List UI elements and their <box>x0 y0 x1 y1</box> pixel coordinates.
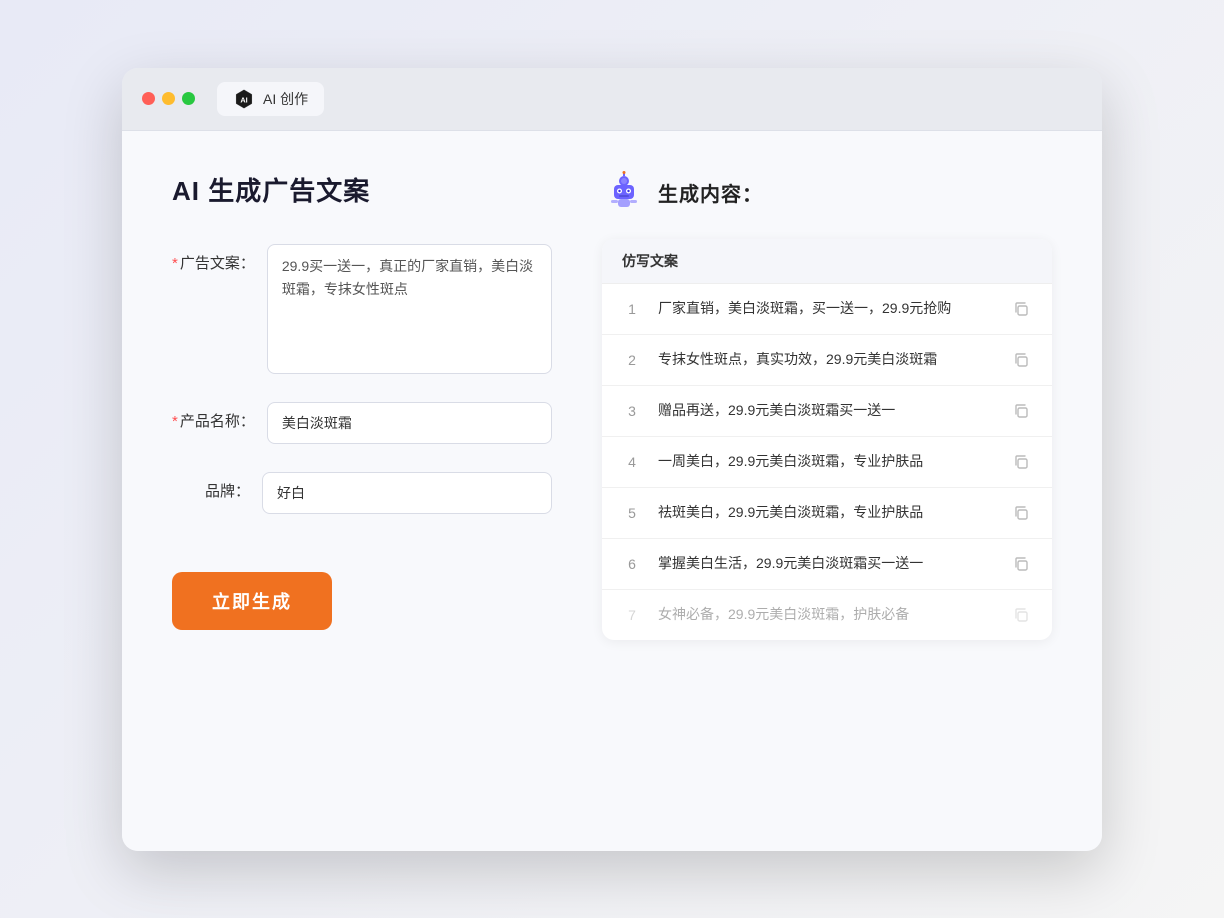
row-text: 赠品再送，29.9元美白淡斑霜买一送一 <box>658 400 994 421</box>
browser-window: AI AI 创作 AI 生成广告文案 *广告文案： *产品名称： <box>122 68 1102 851</box>
row-text: 掌握美白生活，29.9元美白淡斑霜买一送一 <box>658 553 994 574</box>
maximize-button[interactable] <box>182 92 195 105</box>
row-text: 一周美白，29.9元美白淡斑霜，专业护肤品 <box>658 451 994 472</box>
ad-copy-required: * <box>172 255 178 272</box>
copy-icon[interactable] <box>1010 502 1032 524</box>
tab-label: AI 创作 <box>263 89 308 109</box>
row-number: 4 <box>622 454 642 470</box>
row-text: 专抹女性斑点，真实功效，29.9元美白淡斑霜 <box>658 349 994 370</box>
row-text: 女神必备，29.9元美白淡斑霜，护肤必备 <box>658 604 994 625</box>
browser-content: AI 生成广告文案 *广告文案： *产品名称： 品牌： 立即生成 <box>122 131 1102 851</box>
copy-icon[interactable] <box>1010 400 1032 422</box>
table-row: 6 掌握美白生活，29.9元美白淡斑霜买一送一 <box>602 539 1052 590</box>
traffic-lights <box>142 92 195 105</box>
ad-copy-input[interactable] <box>267 244 552 374</box>
row-number: 1 <box>622 301 642 317</box>
copy-icon[interactable] <box>1010 451 1032 473</box>
close-button[interactable] <box>142 92 155 105</box>
minimize-button[interactable] <box>162 92 175 105</box>
row-number: 7 <box>622 607 642 623</box>
product-name-label: *产品名称： <box>172 402 267 431</box>
left-panel: AI 生成广告文案 *广告文案： *产品名称： 品牌： 立即生成 <box>172 171 552 801</box>
table-row: 2 专抹女性斑点，真实功效，29.9元美白淡斑霜 <box>602 335 1052 386</box>
page-title: AI 生成广告文案 <box>172 171 552 208</box>
result-table: 仿写文案 1 厂家直销，美白淡斑霜，买一送一，29.9元抢购 2 专抹女性斑点，… <box>602 239 1052 640</box>
generate-button[interactable]: 立即生成 <box>172 572 332 630</box>
table-row: 7 女神必备，29.9元美白淡斑霜，护肤必备 <box>602 590 1052 640</box>
brand-input[interactable] <box>262 472 552 514</box>
table-row: 1 厂家直销，美白淡斑霜，买一送一，29.9元抢购 <box>602 284 1052 335</box>
svg-text:AI: AI <box>240 95 247 104</box>
table-header: 仿写文案 <box>602 239 1052 284</box>
brand-label: 品牌： <box>172 472 262 501</box>
product-name-required: * <box>172 413 178 430</box>
product-name-group: *产品名称： <box>172 402 552 444</box>
ai-tab-icon: AI <box>233 88 255 110</box>
row-number: 5 <box>622 505 642 521</box>
row-text: 祛斑美白，29.9元美白淡斑霜，专业护肤品 <box>658 502 994 523</box>
copy-icon[interactable] <box>1010 298 1032 320</box>
robot-icon <box>602 171 646 215</box>
copy-icon[interactable] <box>1010 553 1032 575</box>
row-number: 3 <box>622 403 642 419</box>
table-row: 5 祛斑美白，29.9元美白淡斑霜，专业护肤品 <box>602 488 1052 539</box>
table-row: 4 一周美白，29.9元美白淡斑霜，专业护肤品 <box>602 437 1052 488</box>
ad-copy-group: *广告文案： <box>172 244 552 374</box>
row-text: 厂家直销，美白淡斑霜，买一送一，29.9元抢购 <box>658 298 994 319</box>
result-rows-container: 1 厂家直销，美白淡斑霜，买一送一，29.9元抢购 2 专抹女性斑点，真实功效，… <box>602 284 1052 640</box>
table-row: 3 赠品再送，29.9元美白淡斑霜买一送一 <box>602 386 1052 437</box>
brand-group: 品牌： <box>172 472 552 514</box>
browser-titlebar: AI AI 创作 <box>122 68 1102 131</box>
result-header: 生成内容： <box>602 171 1052 215</box>
ad-copy-label: *广告文案： <box>172 244 267 273</box>
copy-icon[interactable] <box>1010 349 1032 371</box>
row-number: 6 <box>622 556 642 572</box>
row-number: 2 <box>622 352 642 368</box>
product-name-input[interactable] <box>267 402 552 444</box>
copy-icon[interactable] <box>1010 604 1032 626</box>
result-title: 生成内容： <box>658 178 763 207</box>
ai-tab[interactable]: AI AI 创作 <box>217 82 324 116</box>
right-panel: 生成内容： 仿写文案 1 厂家直销，美白淡斑霜，买一送一，29.9元抢购 2 专… <box>602 171 1052 801</box>
